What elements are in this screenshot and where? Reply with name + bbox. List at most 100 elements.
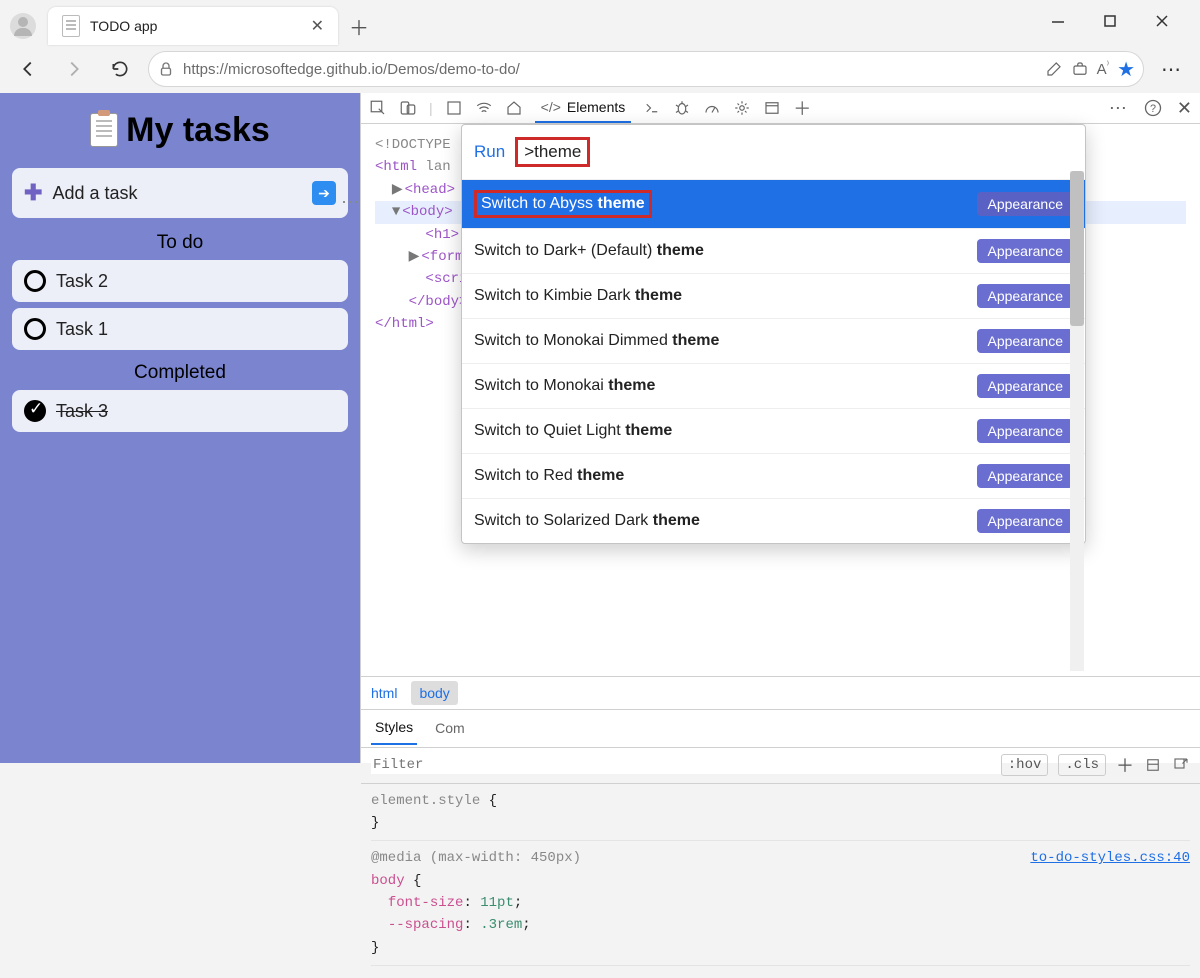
add-tab-icon[interactable]: ＋ (793, 95, 811, 121)
palette-item[interactable]: Switch to Red theme Appearance (462, 453, 1085, 498)
welcome-icon[interactable] (445, 99, 463, 117)
browser-titlebar: TODO app ✕ ＋ (0, 0, 1200, 45)
devtools-toolbar: | </>Elements ＋ ⋯ ? ✕ (361, 93, 1200, 124)
elements-tab[interactable]: </>Elements (535, 93, 632, 123)
styles-popout-icon[interactable] (1172, 756, 1190, 774)
palette-item-label: Switch to Kimbie Dark theme (474, 287, 682, 305)
palette-run-label: Run (474, 142, 505, 162)
read-aloud-icon[interactable]: A⁾ (1097, 60, 1109, 78)
palette-item-label: Switch to Abyss theme (474, 190, 652, 218)
tab-title: TODO app (90, 18, 157, 34)
palette-item-badge: Appearance (977, 329, 1073, 353)
breadcrumb-html[interactable]: html (371, 685, 397, 701)
dom-row-menu-icon[interactable]: ⋯ (341, 190, 359, 219)
palette-item[interactable]: Switch to Kimbie Dark theme Appearance (462, 273, 1085, 318)
palette-item-badge: Appearance (977, 239, 1073, 263)
section-todo-heading: To do (8, 232, 352, 254)
add-task-input[interactable]: ✚ Add a task ➔ (12, 168, 348, 218)
home-icon[interactable] (505, 99, 523, 117)
new-tab-button[interactable]: ＋ (342, 9, 376, 43)
window-close-button[interactable] (1148, 7, 1176, 35)
palette-item[interactable]: Switch to Quiet Light theme Appearance (462, 408, 1085, 453)
palette-item-badge: Appearance (977, 509, 1073, 533)
styles-pane[interactable]: element.style { } @media (max-width: 450… (361, 784, 1200, 978)
cls-button[interactable]: .cls (1058, 754, 1106, 776)
palette-item-label: Switch to Dark+ (Default) theme (474, 242, 704, 260)
help-icon[interactable]: ? (1143, 98, 1163, 118)
styles-tabs: Styles Com (361, 710, 1200, 748)
window-minimize-button[interactable] (1044, 7, 1072, 35)
briefcase-icon[interactable] (1071, 60, 1089, 78)
tab-close-icon[interactable]: ✕ (311, 16, 324, 36)
section-done-heading: Completed (8, 362, 352, 384)
styles-filter-input[interactable] (371, 756, 1001, 774)
lock-icon (157, 60, 175, 78)
forward-button (56, 51, 92, 87)
palette-item[interactable]: Switch to Monokai theme Appearance (462, 363, 1085, 408)
palette-item-badge: Appearance (977, 374, 1073, 398)
hov-button[interactable]: :hov (1001, 754, 1049, 776)
palette-item-badge: Appearance (977, 464, 1073, 488)
application-icon[interactable] (763, 99, 781, 117)
plus-icon: ✚ (24, 180, 42, 206)
styles-tab[interactable]: Styles (371, 711, 417, 745)
reload-button[interactable] (102, 51, 138, 87)
computed-tab[interactable]: Com (435, 720, 465, 736)
submit-task-button[interactable]: ➔ (312, 181, 336, 205)
task-item[interactable]: Task 1 (12, 308, 348, 350)
task-item[interactable]: Task 2 (12, 260, 348, 302)
palette-query-highlight[interactable]: >theme (515, 137, 590, 167)
palette-item-badge: Appearance (977, 284, 1073, 308)
palette-item[interactable]: Switch to Dark+ (Default) theme Appearanc… (462, 228, 1085, 273)
browser-tab[interactable]: TODO app ✕ (48, 7, 338, 45)
palette-item-badge: Appearance (977, 192, 1073, 216)
window-maximize-button[interactable] (1096, 7, 1124, 35)
edit-icon[interactable] (1045, 60, 1063, 78)
palette-item-label: Switch to Quiet Light theme (474, 422, 672, 440)
palette-item-label: Switch to Monokai theme (474, 377, 655, 395)
task-item-done[interactable]: Task 3 (12, 390, 348, 432)
add-rule-icon[interactable]: ＋ (1116, 752, 1134, 778)
palette-item[interactable]: Switch to Monokai Dimmed theme Appearance (462, 318, 1085, 363)
devtools-close-button[interactable]: ✕ (1177, 98, 1192, 119)
palette-scrollbar-thumb[interactable] (1070, 171, 1084, 326)
favorites-star-icon[interactable]: ★ (1117, 57, 1135, 82)
page-title: My tasks (8, 111, 352, 150)
profile-avatar[interactable] (10, 13, 36, 39)
task-checkbox-done[interactable] (24, 400, 46, 422)
bug-icon[interactable] (673, 99, 691, 117)
palette-item[interactable]: Switch to Solarized Dark theme Appearance (462, 498, 1085, 543)
add-task-placeholder: Add a task (52, 183, 137, 204)
task-checkbox[interactable] (24, 318, 46, 340)
palette-item-label: Switch to Monokai Dimmed theme (474, 332, 719, 350)
styles-filter-row: :hov .cls ＋ (361, 748, 1200, 784)
devtools-more-button[interactable]: ⋯ (1109, 98, 1129, 119)
console-tab-icon[interactable] (643, 99, 661, 117)
network-icon[interactable] (475, 99, 493, 117)
palette-item[interactable]: Switch to Abyss theme Appearance (462, 179, 1085, 228)
browser-menu-button[interactable]: ⋯ (1154, 51, 1190, 87)
inspect-icon[interactable] (369, 99, 387, 117)
palette-item-label: Switch to Red theme (474, 467, 624, 485)
back-button[interactable] (10, 51, 46, 87)
devtools-panel: | </>Elements ＋ ⋯ ? ✕ ⋯ <!DOCTYPE <ht (360, 93, 1200, 763)
task-label: Task 1 (56, 319, 108, 340)
clipboard-icon (90, 113, 118, 147)
gear-icon[interactable] (733, 99, 751, 117)
dom-breadcrumb[interactable]: html body (361, 676, 1200, 710)
todo-app-viewport: My tasks ✚ Add a task ➔ To do Task 2 Task… (0, 93, 360, 763)
palette-item-label: Switch to Solarized Dark theme (474, 512, 700, 530)
palette-results: Switch to Abyss themeAppearanceSwitch to… (462, 179, 1085, 543)
breadcrumb-body[interactable]: body (411, 681, 457, 705)
address-bar[interactable]: https://microsoftedge.github.io/Demos/de… (148, 51, 1144, 87)
styles-toolbar-icon[interactable] (1144, 756, 1162, 774)
stylesheet-link[interactable]: to-do-styles.css:40 (1030, 847, 1190, 869)
task-checkbox[interactable] (24, 270, 46, 292)
performance-icon[interactable] (703, 99, 721, 117)
svg-text:?: ? (1150, 103, 1156, 115)
device-icon[interactable] (399, 99, 417, 117)
command-palette: Run >theme Switch to Abyss theme Appearan… (461, 124, 1086, 544)
task-label: Task 2 (56, 271, 108, 292)
browser-toolbar: https://microsoftedge.github.io/Demos/de… (0, 45, 1200, 93)
palette-item-badge: Appearance (977, 419, 1073, 443)
